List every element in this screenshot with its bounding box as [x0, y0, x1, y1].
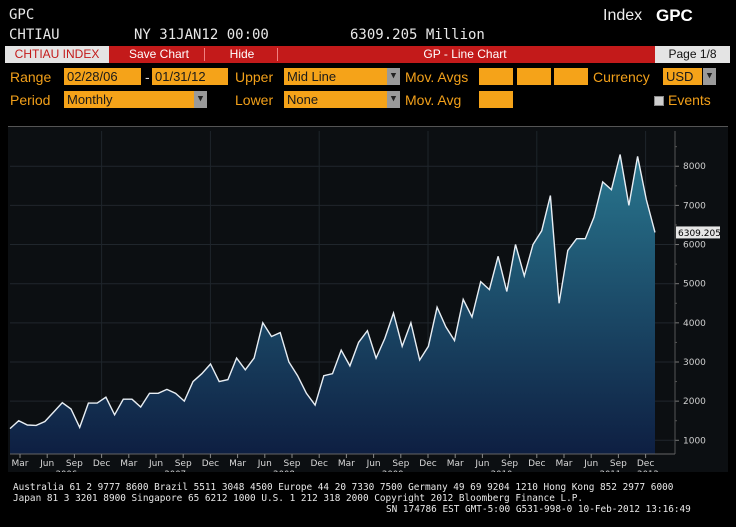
mov-avg-field[interactable]	[479, 91, 513, 108]
x-tick-label: Jun	[39, 459, 54, 469]
x-tick-label: Mar	[447, 459, 464, 469]
x-tick-label: Dec	[637, 459, 654, 469]
y-tick-label: 7000	[683, 201, 706, 211]
currency-label: Currency	[593, 69, 650, 85]
upper-select[interactable]: Mid Line	[284, 68, 387, 85]
year-label: 2007	[164, 470, 186, 472]
x-tick-label: Sep	[284, 459, 301, 469]
security-tab[interactable]: CHTIAU INDEX	[5, 46, 109, 63]
footer-contacts-1: Australia 61 2 9777 8600 Brazil 5511 304…	[13, 482, 674, 493]
lower-dropdown-icon[interactable]: ▼	[387, 91, 400, 108]
mov-avgs-label: Mov. Avgs	[405, 69, 469, 85]
footer-contacts-2: Japan 81 3 3201 8900 Singapore 65 6212 1…	[13, 493, 584, 504]
x-tick-label: Sep	[175, 459, 192, 469]
x-tick-label: Dec	[202, 459, 219, 469]
mov-avg-label: Mov. Avg	[405, 92, 462, 108]
range-separator: -	[145, 69, 150, 85]
range-end-field[interactable]: 01/31/12	[152, 68, 228, 85]
range-label: Range	[10, 69, 52, 85]
footer-session: SN 174786 EST GMT-5:00 G531-998-0 10-Feb…	[386, 504, 691, 515]
x-tick-label: Jun	[366, 459, 381, 469]
x-tick-label: Dec	[310, 459, 327, 469]
index-code: CHTIAU	[9, 27, 60, 43]
year-label: 2010	[491, 470, 513, 472]
security-value: 6309.205 Million	[350, 27, 485, 43]
last-value-label: 6309.205	[678, 229, 721, 239]
x-tick-label: Sep	[501, 459, 518, 469]
y-tick-label: 3000	[683, 358, 706, 368]
period-label: Period	[10, 92, 51, 108]
currency-select[interactable]: USD	[663, 68, 702, 85]
line-chart: 1000 2000 3000 4000 5000 6000 7000 8000 6309.205…	[8, 127, 728, 480]
exchange-date: NY 31JAN12 00:00	[134, 27, 269, 43]
period-select[interactable]: Monthly	[64, 91, 194, 108]
events-label[interactable]: Events	[668, 92, 711, 108]
x-tick-label: Jun	[583, 459, 598, 469]
x-tick-label: Jun	[474, 459, 489, 469]
year-label: 2011	[600, 470, 622, 472]
x-tick-label: Sep	[392, 459, 409, 469]
lower-label: Lower	[235, 92, 274, 108]
chart-toolbar: CHTIAU INDEX Save Chart Hide GP - Line C…	[5, 46, 730, 63]
x-tick-label: Sep	[66, 459, 83, 469]
range-start-field[interactable]: 02/28/06	[64, 68, 141, 85]
mov-avg-2-field[interactable]	[517, 68, 551, 85]
chart-title: GP - Line Chart	[423, 47, 507, 61]
upper-dropdown-icon[interactable]: ▼	[387, 68, 400, 85]
mov-avg-1-field[interactable]	[479, 68, 513, 85]
index-label: Index	[603, 7, 643, 24]
x-tick-label: Mar	[338, 459, 355, 469]
x-tick-label: Dec	[93, 459, 110, 469]
x-tick-label: Dec	[419, 459, 436, 469]
period-dropdown-icon[interactable]: ▼	[194, 91, 207, 108]
x-tick-label: Jun	[148, 459, 163, 469]
y-tick-label: 2000	[683, 397, 706, 407]
upper-label: Upper	[235, 69, 274, 85]
index-ticker: GPC	[656, 6, 693, 25]
y-tick-label: 8000	[683, 162, 706, 172]
chart-panel: 1000 2000 3000 4000 5000 6000 7000 8000 6309.205…	[8, 126, 728, 480]
y-tick-label: 5000	[683, 280, 706, 290]
save-chart-button[interactable]: Save Chart	[115, 46, 203, 63]
year-label: 2009	[382, 470, 404, 472]
hide-button[interactable]: Hide	[208, 46, 276, 63]
x-tick-label: Mar	[120, 459, 137, 469]
year-label: 2008	[273, 470, 295, 472]
y-tick-label: 4000	[683, 319, 706, 329]
x-tick-label: Mar	[12, 459, 29, 469]
page-indicator[interactable]: Page 1/8	[655, 46, 730, 63]
ticker: GPC	[9, 7, 35, 23]
mov-avg-3-field[interactable]	[554, 68, 588, 85]
year-label: 2012	[637, 470, 659, 472]
y-tick-label: 6000	[683, 241, 706, 251]
x-tick-label: Mar	[229, 459, 246, 469]
currency-dropdown-icon[interactable]: ▼	[703, 68, 716, 85]
x-tick-label: Jun	[257, 459, 272, 469]
x-tick-label: Mar	[556, 459, 573, 469]
year-label: 2006	[56, 470, 78, 472]
lower-select[interactable]: None	[284, 91, 387, 108]
events-checkbox[interactable]	[654, 96, 664, 106]
x-tick-label: Dec	[528, 459, 545, 469]
y-tick-label: 1000	[683, 436, 706, 446]
x-tick-label: Sep	[610, 459, 627, 469]
